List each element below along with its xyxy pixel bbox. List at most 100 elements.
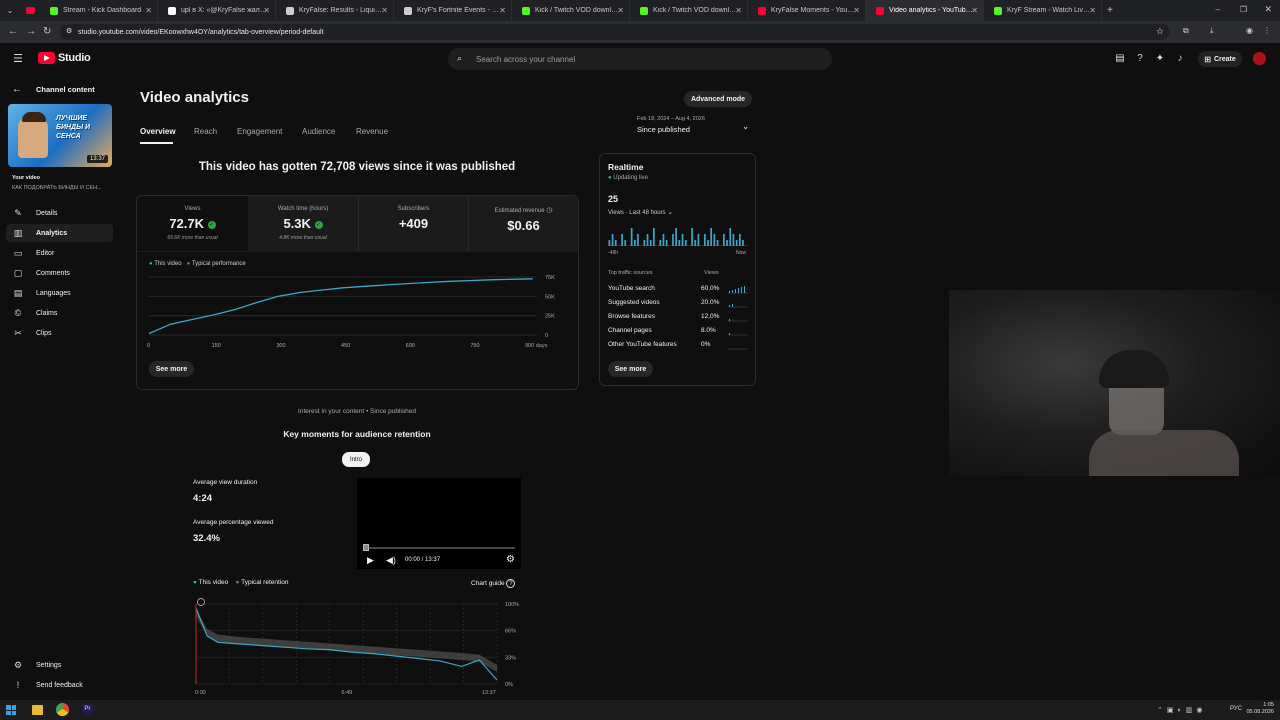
tab-close-icon[interactable]: ✕ (971, 6, 978, 15)
player-scrub-handle[interactable] (363, 544, 369, 551)
date-range-selector[interactable]: Feb 18, 2024 – Aug 4, 2026 Since publish… (637, 116, 753, 138)
intro-chip[interactable]: Intro (342, 452, 370, 467)
sidebar-item-comments[interactable]: ▢ Comments (6, 264, 113, 282)
tab-title: Stream - Kick Dashboard (63, 7, 142, 14)
sidebar-item-editor[interactable]: ▭ Editor (6, 244, 113, 262)
sidebar-item-label: Comments (36, 269, 70, 277)
new-tab-button[interactable]: + (1102, 5, 1118, 16)
volume-icon[interactable]: ◀) (386, 555, 396, 566)
clock[interactable]: 1:05 05.08.2026 (1246, 702, 1274, 716)
back-arrow-icon[interactable]: ← (12, 84, 22, 95)
browser-tab[interactable]: Kick / Twitch VOD downloader ✕ (630, 0, 748, 21)
avatar[interactable] (1253, 52, 1266, 65)
realtime-bar (678, 240, 681, 246)
tab-close-icon[interactable]: ✕ (263, 6, 270, 15)
realtime-views-selector[interactable]: Views · Last 48 hours ⌄ (608, 208, 673, 216)
video-player[interactable]: ▶ ◀) 00:00 / 13:37 ⚙ (357, 478, 521, 569)
youtube-icon (758, 6, 766, 15)
tab-engagement[interactable]: Engagement (237, 127, 282, 136)
updating-label: Updating live (613, 175, 648, 181)
create-label: Create (1213, 55, 1236, 63)
close-window-button[interactable]: ✕ (1264, 4, 1272, 15)
realtime-see-more-button[interactable]: See more (608, 361, 653, 377)
player-progress-bar[interactable] (363, 547, 515, 549)
windows-start-icon[interactable] (6, 705, 16, 715)
browser-tab[interactable]: Video analytics - YouTube Studio✕ (866, 0, 984, 21)
source-label: YouTube search (608, 285, 655, 292)
play-icon[interactable]: ▶ (367, 555, 374, 566)
y-tick-label: 0 (545, 333, 548, 339)
extensions-icon[interactable]: ⧉ (1183, 26, 1189, 36)
bookmark-star-icon[interactable]: ☆ (1156, 26, 1164, 37)
site-info-icon[interactable]: ⚙ (66, 27, 72, 35)
metric-watch-time[interactable]: Watch time (hours) 5.3K ✓ 4.8K more than… (248, 196, 358, 251)
chart-guide-link[interactable]: Chart guide ? (471, 579, 516, 588)
settings-gear-icon[interactable]: ⚙ (506, 554, 515, 565)
tab-close-icon[interactable]: ✕ (617, 6, 624, 15)
browser-tab[interactable]: Stream - Kick Dashboard ✕ (40, 0, 158, 21)
tab-close-icon[interactable]: ✕ (735, 6, 742, 15)
maximize-button[interactable]: ❐ (1240, 5, 1247, 14)
file-explorer-icon[interactable] (32, 705, 43, 715)
advanced-mode-button[interactable]: Advanced mode (684, 91, 752, 107)
tab-revenue[interactable]: Revenue (356, 127, 388, 136)
language-indicator[interactable]: РУС (1230, 706, 1242, 712)
traffic-source-row: Browse features 12.0% (608, 313, 748, 325)
browser-tab[interactable]: Kick / Twitch VOD downloader ✕ (512, 0, 630, 21)
source-percent: 8.0% (701, 327, 716, 334)
minimize-button[interactable]: – (1216, 5, 1220, 14)
sidebar-item-languages[interactable]: ▤ Languages (6, 284, 113, 302)
premiere-icon[interactable]: Pr (82, 704, 93, 715)
browser-tab[interactable]: KryFalse Moments - YouTube ✕ (748, 0, 866, 21)
metric-subtext: 65.6K more than usual (167, 235, 218, 241)
downloads-icon[interactable]: ⤓ (1210, 26, 1214, 36)
channel-search-input[interactable]: ⌕ Search across your channel (448, 48, 832, 70)
sidebar-settings[interactable]: ⚙ Settings (6, 656, 113, 674)
realtime-bar (704, 234, 706, 246)
chrome-icon[interactable] (56, 703, 69, 716)
sparkline-bar (738, 288, 739, 293)
legend-typical: Typical performance (191, 261, 246, 267)
video-thumbnail[interactable]: ЛУЧШИЕ БИНДЫ И СЕНСА 13:37 (8, 104, 112, 167)
back-arrow-icon[interactable]: ← (8, 26, 18, 37)
tab-reach[interactable]: Reach (194, 127, 217, 136)
tab-close-icon[interactable]: ✕ (1089, 6, 1096, 15)
browser-tab[interactable]: KryF's Fortnite Events - Fortnite✕ (394, 0, 512, 21)
youtube-pinned-icon[interactable] (20, 0, 40, 21)
sidebar-send-feedback[interactable]: ! Send feedback (6, 676, 113, 694)
metric-views[interactable]: Views 72.7K ✓ 65.6K more than usual (137, 196, 248, 251)
studio-logo[interactable]: Studio (38, 52, 91, 64)
subtitles-icon[interactable]: ▤ (1114, 53, 1126, 65)
traffic-source-row: YouTube search 60.0% (608, 285, 748, 297)
metric-revenue[interactable]: Estimated revenue ◷ $0.66 (468, 196, 578, 251)
sparkle-icon[interactable]: ✦ (1154, 53, 1166, 65)
browser-tab[interactable]: KryFalse: Results - Liquipedia Fo✕ (276, 0, 394, 21)
reload-icon[interactable]: ↻ (43, 26, 51, 37)
see-more-button[interactable]: See more (149, 361, 194, 377)
tab-audience[interactable]: Audience (302, 127, 335, 136)
tab-close-icon[interactable]: ✕ (145, 6, 152, 15)
metric-subscribers[interactable]: Subscribers +409 (358, 196, 468, 251)
sidebar-item-clips[interactable]: ✂ Clips (6, 324, 113, 342)
tab-close-icon[interactable]: ✕ (853, 6, 860, 15)
sidebar-item-analytics[interactable]: ▥ Analytics (6, 224, 113, 242)
channel-content-link[interactable]: Channel content (36, 85, 95, 94)
browser-tab[interactable]: upl в X: «@KryFalse жаль» / X✕ (158, 0, 276, 21)
tab-search-icon[interactable]: ⌄ (0, 0, 20, 21)
sidebar-item-claims[interactable]: © Claims (6, 304, 113, 322)
notifications-bell-icon[interactable]: ♪ (1174, 53, 1186, 65)
system-tray-icons[interactable]: ⌃▣◐▥◉ (1157, 706, 1206, 714)
hamburger-menu-icon[interactable]: ☰ (12, 53, 24, 65)
tab-close-icon[interactable]: ✕ (499, 6, 506, 15)
tab-overview[interactable]: Overview (140, 127, 176, 136)
profile-icon[interactable]: ◉ (1246, 26, 1253, 35)
forward-arrow-icon[interactable]: → (26, 26, 36, 37)
browser-tab[interactable]: KryF Stream - Watch Live on Kick✕ (984, 0, 1102, 21)
create-button[interactable]: ⊞ Create (1198, 51, 1242, 67)
url-field[interactable]: ⚙ studio.youtube.com/video/EKoowxhw4OY/a… (60, 24, 1170, 40)
help-icon[interactable]: ? (1134, 53, 1146, 65)
sidebar-item-details[interactable]: ✎ Details (6, 204, 113, 222)
metric-value: 5.3K (283, 216, 311, 231)
browser-menu-icon[interactable]: ⋮ (1263, 26, 1271, 35)
tab-close-icon[interactable]: ✕ (381, 6, 388, 15)
